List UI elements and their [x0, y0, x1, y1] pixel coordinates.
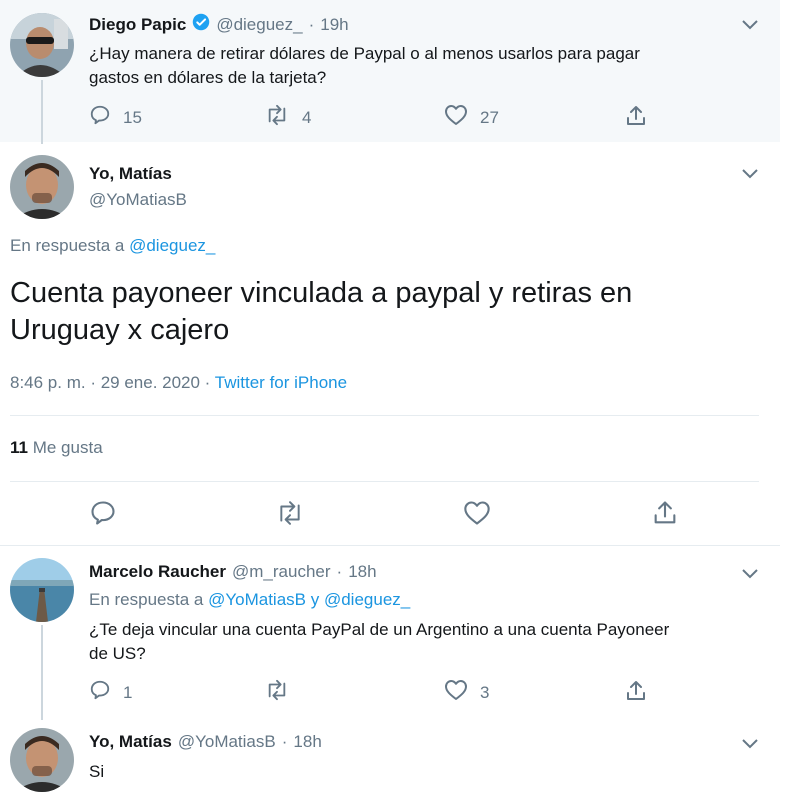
retweet-button[interactable]: [274, 500, 306, 531]
tweet-text-line: Uruguay x cajero: [10, 314, 230, 346]
divider: [10, 415, 759, 416]
reply-count: 1: [123, 682, 133, 702]
tweet-time[interactable]: 18h: [293, 732, 321, 752]
tweet-text-line: ¿Te deja vincular una cuenta PayPal de u…: [89, 620, 670, 639]
tweet-text-line: de US?: [89, 644, 146, 663]
like-button[interactable]: 27: [444, 104, 499, 131]
like-button[interactable]: 3: [444, 679, 489, 706]
author-name[interactable]: Marcelo Raucher: [89, 562, 226, 582]
author-handle[interactable]: @dieguez_: [216, 15, 302, 35]
retweet-count: 4: [302, 107, 312, 127]
retweet-button[interactable]: [264, 679, 290, 706]
like-icon: [463, 500, 491, 531]
reply-icon: [89, 499, 117, 532]
reply-to-mention[interactable]: @dieguez_: [129, 236, 215, 255]
avatar-yo-matias[interactable]: [10, 155, 74, 219]
reply-count: 15: [123, 107, 142, 127]
retweet-icon: [264, 679, 290, 706]
reply-to-mention[interactable]: @YoMatiasB: [208, 590, 306, 609]
tweet-timestamp[interactable]: 8:46 p. m. · 29 ene. 2020 ·: [10, 373, 210, 392]
avatar-yo-matias[interactable]: [10, 728, 74, 792]
reply-context-label: En respuesta a: [89, 590, 204, 609]
retweet-icon: [274, 500, 306, 531]
likes-summary[interactable]: 11 Me gusta: [10, 438, 103, 458]
likes-count: 11: [10, 438, 28, 457]
like-icon: [444, 679, 468, 706]
chevron-down-icon[interactable]: [741, 18, 761, 32]
likes-label: Me gusta: [32, 438, 103, 457]
share-button[interactable]: [624, 679, 648, 708]
tweet-text-line: gastos en dólares de la tarjeta?: [89, 68, 327, 87]
chevron-down-icon[interactable]: [741, 737, 761, 751]
tweet-text-line: Cuenta payoneer vinculada a paypal y ret…: [10, 277, 633, 309]
reply-icon: [89, 104, 111, 131]
chevron-down-icon[interactable]: [741, 567, 761, 581]
retweet-button[interactable]: 4: [264, 104, 311, 131]
separator-dot: ·: [308, 14, 315, 34]
reply-button[interactable]: 15: [89, 104, 142, 131]
thread-line: [41, 625, 43, 720]
divider: [10, 481, 759, 482]
verified-badge-icon: [192, 13, 210, 36]
author-name[interactable]: Diego Papic: [89, 15, 186, 35]
tweet-text-line: Si: [89, 762, 105, 781]
reply-to-mention[interactable]: @dieguez_: [324, 590, 410, 609]
author-name[interactable]: Yo, Matías: [89, 732, 172, 752]
tweet-time[interactable]: 18h: [348, 562, 376, 582]
tweet-source[interactable]: Twitter for iPhone: [215, 373, 347, 392]
reply-button[interactable]: [89, 499, 117, 532]
separator-dot: ·: [336, 562, 343, 581]
reply-context-label: En respuesta a: [10, 236, 125, 255]
avatar-diego-papic[interactable]: [10, 13, 74, 77]
author-handle[interactable]: @m_raucher: [232, 562, 331, 582]
avatar-marcelo-raucher[interactable]: [10, 558, 74, 622]
author-name[interactable]: Yo, Matías: [89, 164, 187, 184]
share-button[interactable]: [624, 104, 648, 133]
retweet-icon: [264, 104, 290, 131]
tweet-time[interactable]: 19h: [320, 15, 348, 35]
author-handle[interactable]: @YoMatiasB: [178, 732, 276, 752]
divider: [0, 545, 780, 546]
like-icon: [444, 104, 468, 131]
separator-dot: ·: [281, 732, 288, 751]
share-icon: [651, 499, 679, 532]
thread-line: [41, 80, 43, 144]
author-handle[interactable]: @YoMatiasB: [89, 190, 187, 210]
tweet-text-line: ¿Hay manera de retirar dólares de Paypal…: [89, 44, 640, 63]
share-button[interactable]: [651, 499, 679, 532]
reply-icon: [89, 679, 111, 706]
reply-button[interactable]: 1: [89, 679, 132, 706]
reply-context-conjunction: y: [310, 590, 320, 609]
like-button[interactable]: [463, 500, 491, 531]
chevron-down-icon[interactable]: [741, 167, 761, 181]
like-count: 27: [480, 107, 499, 127]
like-count: 3: [480, 682, 490, 702]
share-icon: [624, 104, 648, 133]
share-icon: [624, 679, 648, 708]
